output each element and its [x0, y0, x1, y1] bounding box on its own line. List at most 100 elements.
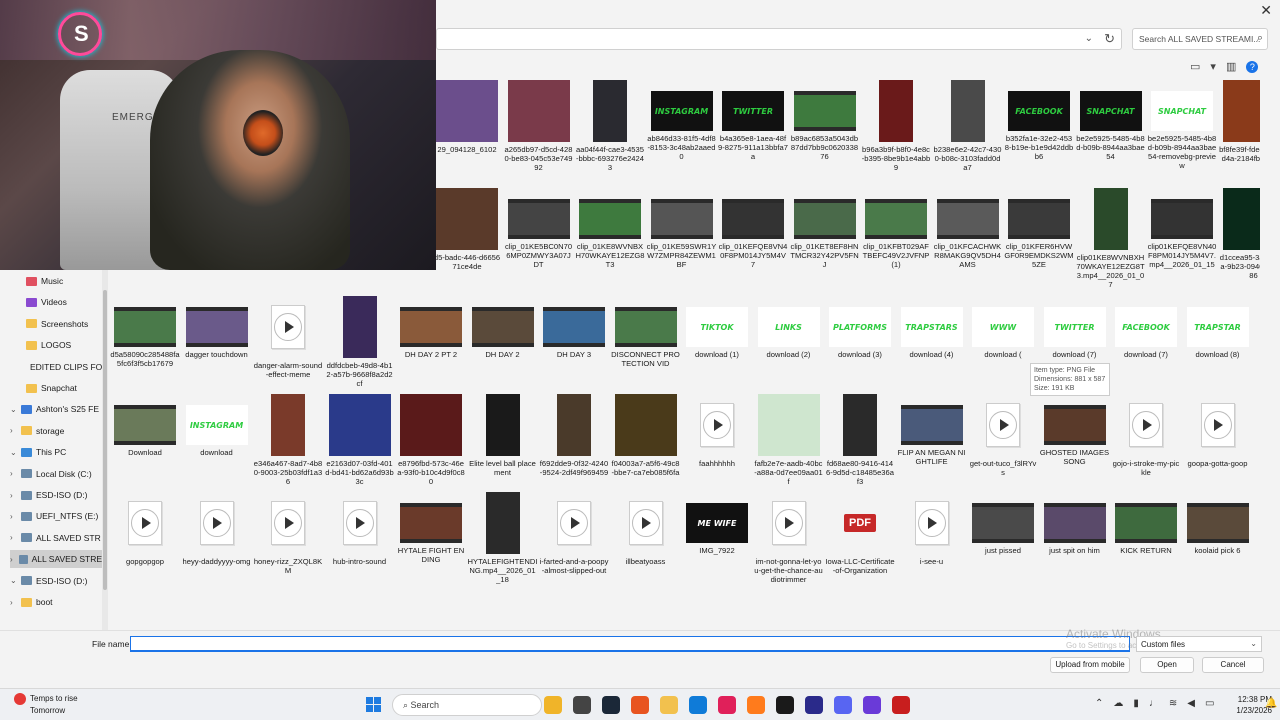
file-tile[interactable]: gopgopgop [110, 492, 180, 566]
chevron-up-icon[interactable]: ⌃ [1095, 698, 1103, 709]
file-tile[interactable]: e2163d07-03fd-401d-bd41-bd62a6d93b3c [325, 394, 395, 486]
file-tile[interactable]: im-not-gonna-let-you-get-the-chance-audi… [754, 492, 824, 584]
sidebar-item[interactable]: › ESD-ISO (D:) [10, 486, 102, 504]
file-tile[interactable]: faahhhhhh [682, 394, 752, 468]
taskbar-app-icon[interactable] [747, 696, 765, 714]
file-tile[interactable]: f04003a7-a5f6-49c8-bbe7-ca7eb085f6fa [611, 394, 681, 477]
file-tile[interactable]: ddfdcbeb-49d8-4b12-a57b-9668f8a2d2cf [325, 296, 395, 388]
file-tile[interactable]: f692dde9-0f32-4240-9524-2df49f969459 [539, 394, 609, 477]
taskbar-app-icon[interactable] [689, 696, 707, 714]
file-tile[interactable]: koolaid pick 6 [1183, 492, 1253, 555]
sidebar-item[interactable]: Videos⚲ [26, 293, 102, 311]
file-tile[interactable]: hub-intro-sound [325, 492, 395, 566]
sidebar-item[interactable]: › ALL SAVED STRE [10, 550, 102, 569]
notification-bell-icon[interactable]: 🔔 [1265, 698, 1277, 709]
file-tile[interactable]: e8796fbd-573c-46ea-93f0-b10c4d9f0c80 [396, 394, 466, 486]
file-tile[interactable]: TWITTER b4a365e8-1aea-48f9-8275-911a13bbf… [718, 80, 788, 161]
file-tile[interactable]: clip_01KFER6HVWGF0R9EMDKS2WM5ZE [1004, 188, 1074, 269]
sidebar-item[interactable]: EDITED CLIPS FO [26, 358, 102, 376]
file-tile[interactable]: danger-alarm-sound-effect-meme [253, 296, 323, 379]
file-tile[interactable]: FLIP AN MEGAN NIGHTLIFE [897, 394, 967, 466]
file-tile[interactable]: Download [110, 394, 180, 457]
refresh-icon[interactable]: ↻ [1104, 31, 1115, 47]
file-tile[interactable]: clip_01KE5BC0N706MP0ZMWY3A07JDT [504, 188, 574, 269]
file-tile[interactable]: clip01KE8WVNBXH70WKAYE12EZG8T3.mp4__2026… [1076, 188, 1146, 289]
file-tile[interactable]: DH DAY 3 [539, 296, 609, 359]
taskbar-app-icon[interactable] [776, 696, 794, 714]
taskbar-app-icon[interactable] [660, 696, 678, 714]
file-tile[interactable]: just pissed [968, 492, 1038, 555]
file-tile[interactable]: bf8fe39f-fde4-410f-8d4a-2184fbe0e9a4 [1219, 80, 1260, 163]
file-tile[interactable]: DH DAY 2 [468, 296, 538, 359]
chevron-right-icon[interactable]: › [10, 491, 16, 500]
file-tile[interactable]: DH DAY 2 PT 2 [396, 296, 466, 359]
file-tile[interactable]: TRAPSTAR download (8) [1183, 296, 1253, 359]
taskbar-app-icon[interactable] [805, 696, 823, 714]
close-icon[interactable]: ✕ [1260, 2, 1272, 19]
sidebar-item[interactable]: › boot [10, 593, 102, 611]
sidebar-item[interactable]: › Local Disk (C:) [10, 465, 102, 483]
file-tile[interactable]: clip_01KE59SWR1YW7ZMPR84ZEWM1BF [647, 188, 717, 269]
chevron-down-icon[interactable]: ⌄ [10, 448, 17, 457]
file-tile[interactable]: just spit on him [1040, 492, 1110, 555]
file-tile[interactable]: SNAPCHAT be2e5925-5485-4b8d-b09b-8944aa3b… [1076, 80, 1146, 161]
sidebar-item[interactable]: › storage [10, 422, 102, 440]
sidebar-item[interactable]: Music⚲ [26, 272, 102, 290]
file-tile[interactable]: e346a467-8ad7-4b80-9003-25b03fdf1a36 [253, 394, 323, 486]
open-button[interactable]: Open [1140, 657, 1194, 673]
file-tile[interactable]: clip_01KET8EF8HNTMCR32Y42PV5FNJ [790, 188, 860, 269]
file-tile[interactable]: TRAPSTARS download (4) [897, 296, 967, 359]
battery-icon[interactable]: ▭ [1205, 698, 1214, 709]
chevron-down-icon[interactable]: ▾ [1210, 60, 1216, 73]
wifi-icon[interactable]: ≋ [1169, 698, 1177, 709]
file-type-filter[interactable]: Custom files ⌄ [1136, 636, 1262, 652]
file-tile[interactable]: clip_01KFBT029AFTBEFC49V2JVFNP (1) [861, 188, 931, 269]
microphone-icon[interactable]: ♩ [1149, 698, 1159, 709]
file-tile[interactable]: i-farted-and-a-poopy-almost-slipped-out [539, 492, 609, 575]
cloud-icon[interactable]: ☁ [1113, 698, 1123, 709]
address-bar[interactable]: ⌄ ↻ [436, 28, 1122, 50]
taskbar-app-icon[interactable] [892, 696, 910, 714]
view-mode-icon[interactable]: ▭ [1190, 60, 1200, 73]
file-tile[interactable]: FACEBOOK b352fa1e-32e2-4538-b19e-b1e9d42d… [1004, 80, 1074, 161]
file-tile[interactable]: PLATFORMS download (3) [825, 296, 895, 359]
chevron-right-icon[interactable]: › [10, 512, 16, 521]
file-tile[interactable]: SNAPCHAT be2e5925-5485-4b8d-b09b-8944aa3b… [1147, 80, 1217, 170]
taskbar-app-icon[interactable] [863, 696, 881, 714]
file-tile[interactable]: fafb2e7e-aadb-40bc-a88a-0d7ee09aa01f [754, 394, 824, 486]
chevron-right-icon[interactable]: › [10, 533, 16, 542]
file-tile[interactable]: aa04f44f-cae3-4535-bbbc-693276e24243 [575, 80, 645, 172]
file-tile[interactable]: 29_094128_6102 [432, 80, 502, 154]
chevron-down-icon[interactable]: ⌄ [10, 405, 17, 414]
file-tile[interactable]: INSTAGRAM download [182, 394, 252, 457]
scrollbar-thumb[interactable] [103, 290, 107, 590]
sidebar-item[interactable]: › UEFI_NTFS (E:) [10, 507, 102, 525]
file-tile[interactable]: WWW download ( [968, 296, 1038, 359]
sidebar-item[interactable]: ⌄ This PC [10, 443, 102, 461]
file-tile[interactable]: HYTALE FIGHT ENDING [396, 492, 466, 564]
file-tile[interactable]: dagger touchdown [182, 296, 252, 359]
file-tile[interactable]: clip_01KFCACHWKR8MAKG9QV5DH4AMS [933, 188, 1003, 269]
search-input[interactable]: Search ALL SAVED STREAMI... ⌕ [1132, 28, 1268, 50]
start-button[interactable] [366, 697, 382, 713]
file-tile[interactable]: fd68ae80-9416-4146-9d5d-c18485e36af3 [825, 394, 895, 486]
file-tile[interactable]: DISCONNECT PROTECTION VID [611, 296, 681, 368]
taskbar-app-icon[interactable] [834, 696, 852, 714]
file-tile[interactable]: GHOSTED IMAGES SONG [1040, 394, 1110, 466]
taskbar-app-icon[interactable] [718, 696, 736, 714]
file-tile[interactable]: honey-rizz_ZXQL8KM [253, 492, 323, 575]
chevron-down-icon[interactable]: ⌄ [10, 576, 17, 585]
weather-widget[interactable]: Temps to rise Tomorrow [14, 693, 78, 716]
help-icon[interactable]: ? [1246, 60, 1259, 73]
chevron-right-icon[interactable]: › [10, 426, 16, 435]
chevron-down-icon[interactable]: ⌄ [1085, 33, 1093, 44]
file-tile[interactable]: d1ccea95-3a1d-41aa-9b23-09404007f786 [1219, 188, 1260, 280]
taskbar-app-icon[interactable] [631, 696, 649, 714]
file-tile[interactable]: Elite level ball place ment [468, 394, 538, 477]
chevron-right-icon[interactable]: › [10, 598, 16, 607]
chevron-right-icon[interactable]: › [10, 469, 16, 478]
file-tile[interactable]: TWITTER download (7) [1040, 296, 1110, 359]
file-tile[interactable]: b96a3b9f-b8f0-4e8c-b395-8be9b1e4abb9 [861, 80, 931, 172]
file-tile[interactable]: d5a58090c285488fa5fc6f3f5cb17679 [110, 296, 180, 368]
file-tile[interactable]: b238e6e2-42c7-4300-b08c-3103fadd0da7 [933, 80, 1003, 172]
